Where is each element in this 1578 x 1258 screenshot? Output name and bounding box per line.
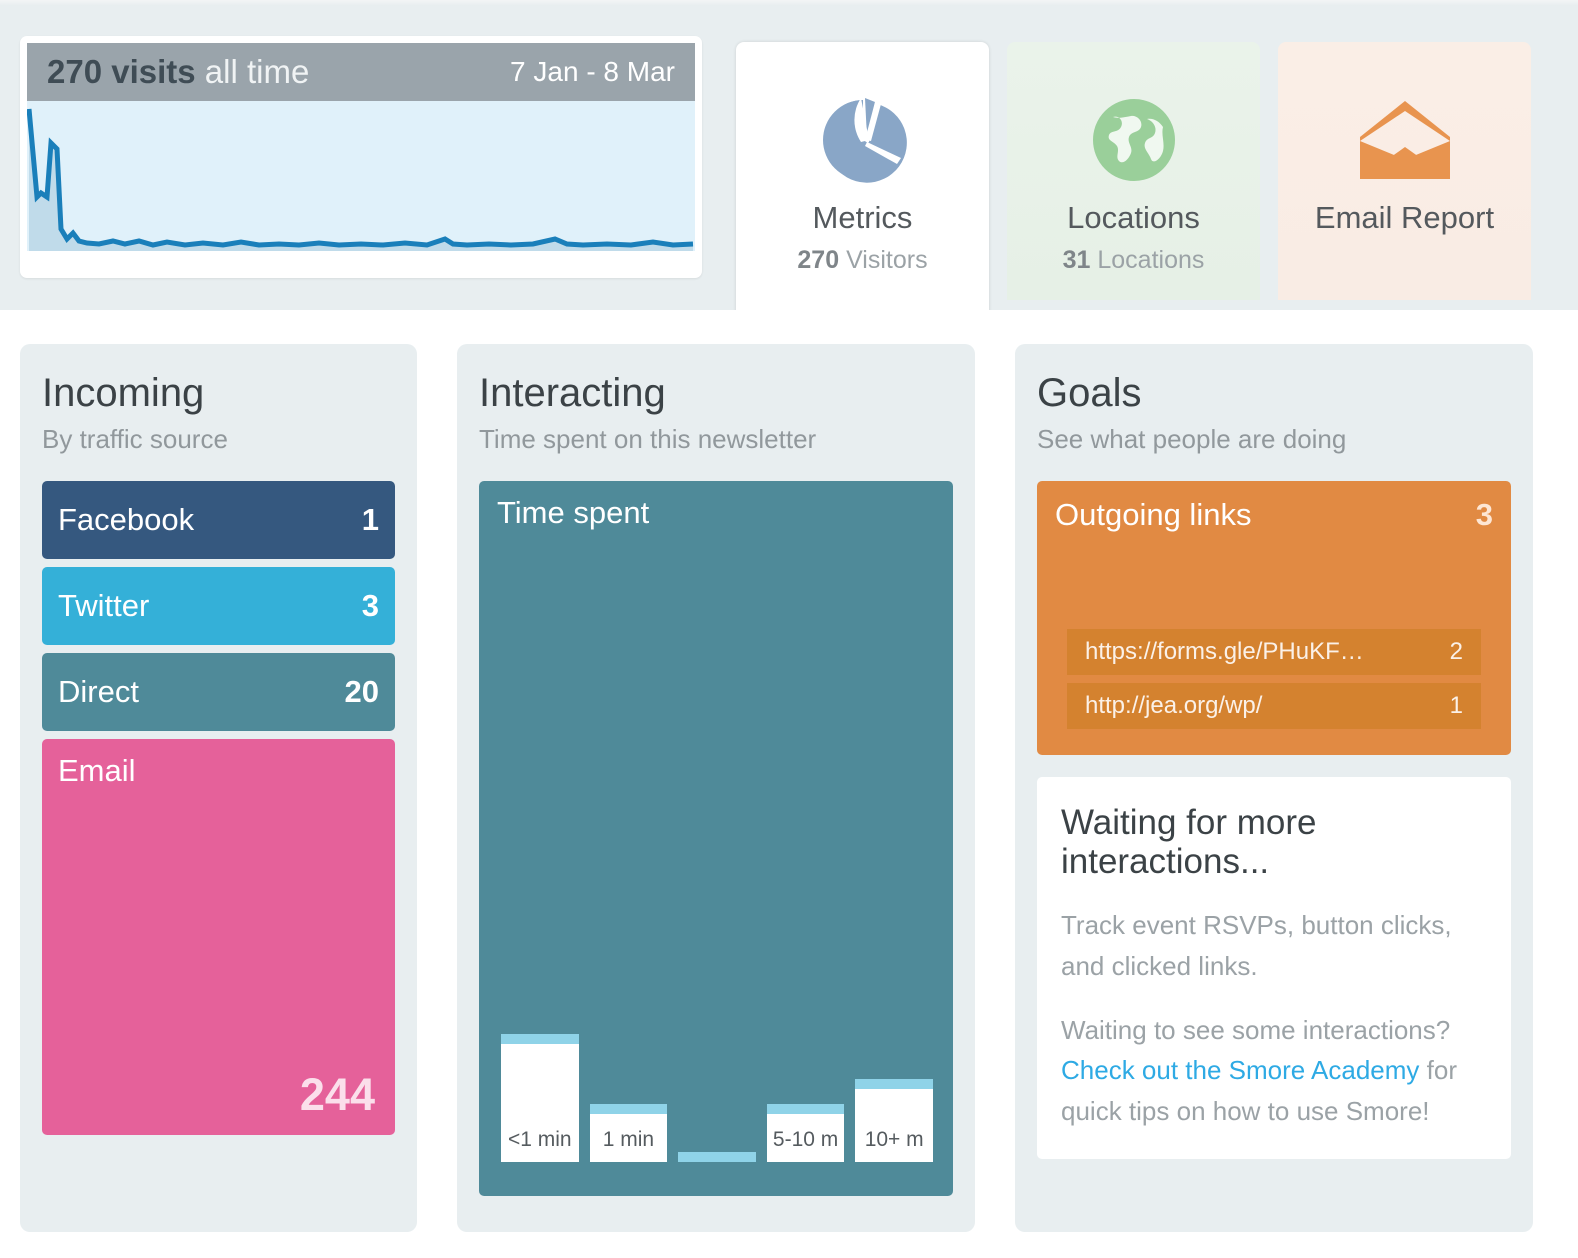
source-name: Twitter (58, 588, 150, 623)
interacting-title: Interacting (479, 371, 666, 415)
source-value: 3 (361, 588, 379, 623)
bar-label: 5-10 m (772, 1128, 839, 1151)
sparkline-svg (27, 108, 694, 251)
pie-chart-icon (817, 94, 909, 186)
tab-locations[interactable]: Locations 31 Locations (1007, 42, 1260, 300)
traffic-source-list: Facebook 1 Twitter 3 Direct 20 Email 244 (42, 481, 395, 1135)
goal-value: 3 (1475, 497, 1493, 532)
waiting-for-interactions-card: Waiting for more interactions... Track e… (1037, 777, 1511, 1159)
bar-body: 5-10 m (766, 1114, 845, 1162)
tab-email-report[interactable]: Email Report (1278, 42, 1531, 300)
goal-outgoing-links: Outgoing links 3 https://forms.gle/PHuKF… (1037, 481, 1511, 755)
incoming-subtitle: By traffic source (42, 424, 228, 454)
dashboard-panels: Incoming By traffic source Facebook 1 Tw… (0, 344, 1578, 1258)
source-value: 20 (344, 674, 379, 709)
tab-metrics-unit: Visitors (846, 246, 928, 274)
tab-metrics[interactable]: Metrics 270 Visitors (736, 42, 989, 318)
bar-unlabeled[interactable] (678, 1152, 756, 1162)
time-spent-bars: <1 min 1 min 5-10 m 10+ m (501, 1012, 933, 1162)
bar-lt1min[interactable]: <1 min (501, 1034, 579, 1162)
traffic-source-twitter[interactable]: Twitter 3 (42, 567, 395, 645)
visits-sparkline-chart (27, 101, 695, 251)
tab-metrics-sub: 270 Visitors (797, 246, 927, 275)
interacting-subtitle: Time spent on this newsletter (479, 424, 817, 454)
tab-locations-unit: Locations (1097, 246, 1205, 274)
bar-cap (501, 1034, 579, 1044)
goal-name: Outgoing links (1055, 497, 1252, 532)
outgoing-link-row[interactable]: https://forms.gle/PHuKF… 2 (1067, 629, 1481, 675)
traffic-source-direct[interactable]: Direct 20 (42, 653, 395, 731)
traffic-source-facebook[interactable]: Facebook 1 (42, 481, 395, 559)
tab-metrics-value: 270 (797, 246, 840, 274)
time-spent-label: Time spent (497, 495, 650, 530)
open-envelope-icon (1357, 94, 1453, 186)
source-name: Direct (58, 674, 139, 709)
bar-body: 1 min (589, 1114, 668, 1162)
bar-cap (855, 1079, 933, 1089)
visits-header: 270 visits all time 7 Jan - 8 Mar (27, 43, 695, 101)
globe-icon (1091, 94, 1177, 186)
source-name: Email (58, 753, 136, 788)
outgoing-link-url: http://jea.org/wp/ (1085, 692, 1263, 719)
outgoing-link-count: 2 (1449, 638, 1463, 665)
source-value: 244 (299, 1069, 375, 1120)
outgoing-link-count: 1 (1449, 692, 1463, 719)
bar-label: 10+ m (864, 1128, 924, 1151)
visits-word: visits (111, 53, 196, 90)
tab-locations-value: 31 (1062, 246, 1091, 274)
source-name: Facebook (58, 502, 195, 537)
outgoing-link-row[interactable]: http://jea.org/wp/ 1 (1067, 683, 1481, 729)
visits-date-range: 7 Jan - 8 Mar (510, 56, 675, 87)
panel-incoming: Incoming By traffic source Facebook 1 Tw… (20, 344, 417, 1232)
waiting-paragraph-1: Track event RSVPs, button clicks, and cl… (1061, 910, 1452, 981)
overview-band: 270 visits all time 7 Jan - 8 Mar Metric… (0, 6, 1578, 318)
tab-content-divider (0, 310, 1578, 344)
bar-cap (678, 1152, 756, 1162)
tab-locations-sub: 31 Locations (1063, 246, 1205, 275)
smore-academy-link[interactable]: Check out the Smore Academy (1061, 1055, 1419, 1085)
tab-email-report-label: Email Report (1314, 200, 1495, 235)
goals-title: Goals (1037, 371, 1142, 415)
tab-metrics-label: Metrics (812, 200, 913, 235)
goals-subtitle: See what people are doing (1037, 424, 1347, 454)
visits-summary-card: 270 visits all time 7 Jan - 8 Mar (20, 36, 702, 278)
bar-cap (589, 1104, 668, 1114)
goal-header[interactable]: Outgoing links 3 (1055, 497, 1493, 533)
traffic-source-email[interactable]: Email 244 (42, 739, 395, 1135)
sparkline-line (27, 108, 694, 248)
visits-title: 270 visits all time (47, 53, 309, 91)
outgoing-link-url: https://forms.gle/PHuKF… (1085, 638, 1364, 665)
source-value: 1 (361, 502, 379, 537)
visits-scope: all time (204, 53, 310, 90)
bar-5-10m[interactable]: 5-10 m (766, 1104, 845, 1162)
waiting-text-before: Waiting to see some interactions? (1061, 1014, 1451, 1045)
visits-count: 270 (47, 53, 103, 90)
panel-interacting: Interacting Time spent on this newslette… (457, 344, 975, 1232)
bar-body: <1 min (501, 1044, 579, 1162)
incoming-title: Incoming (42, 371, 205, 415)
bar-body: 10+ m (855, 1089, 933, 1162)
bar-10plus-m[interactable]: 10+ m (855, 1079, 933, 1162)
panel-goals: Goals See what people are doing Outgoing… (1015, 344, 1533, 1232)
waiting-title: Waiting for more interactions... (1061, 803, 1317, 882)
sparkline-area (29, 109, 693, 251)
bar-label: 1 min (602, 1128, 655, 1151)
tab-locations-label: Locations (1067, 200, 1200, 235)
waiting-paragraph-2: Waiting to see some interactions? Check … (1061, 1010, 1487, 1131)
bar-cap (766, 1104, 845, 1114)
bar-label: <1 min (507, 1128, 572, 1151)
bar-1min[interactable]: 1 min (589, 1104, 668, 1162)
time-spent-chart: Time spent <1 min 1 min 5-10 m 10+ m (479, 481, 953, 1196)
